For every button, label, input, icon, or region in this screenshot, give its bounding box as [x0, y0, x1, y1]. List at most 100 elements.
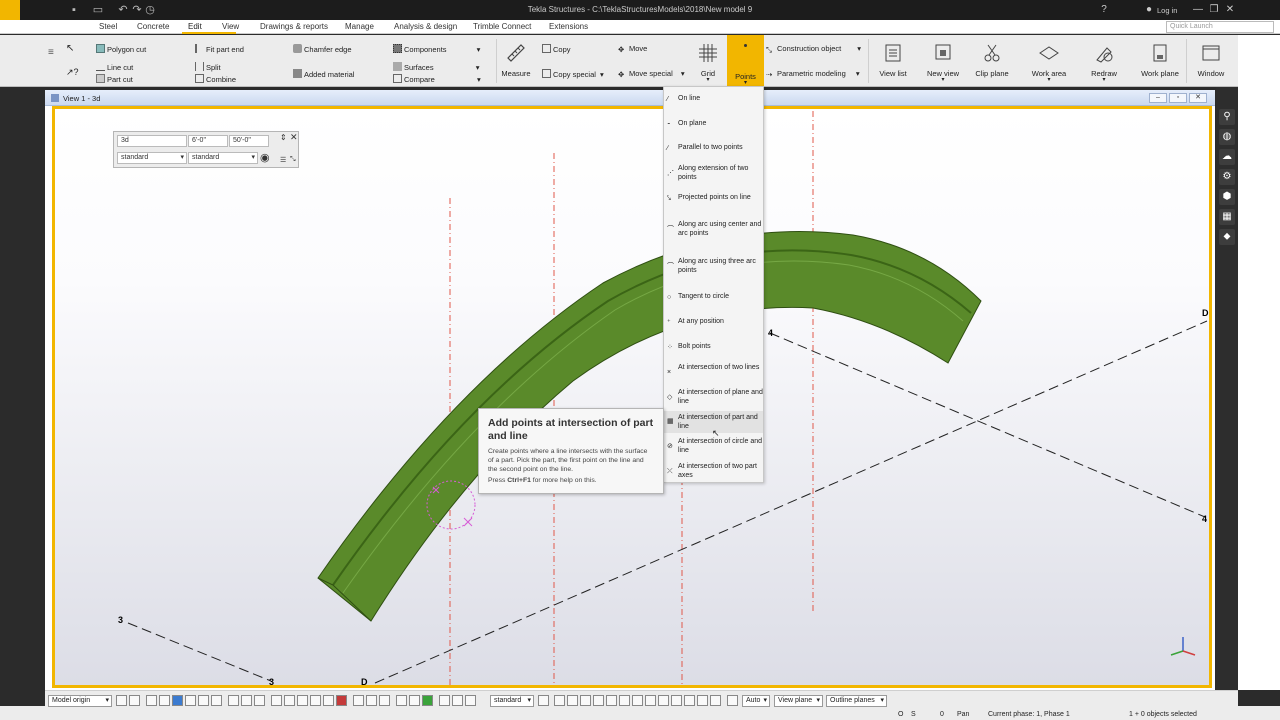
- clip-plane-button[interactable]: Clip plane: [974, 42, 1010, 78]
- tab-manage[interactable]: Manage: [345, 22, 374, 31]
- toolbar-icon-30[interactable]: [593, 695, 604, 706]
- move-special-dropdown-icon[interactable]: ▾: [681, 69, 685, 78]
- view-plane-select[interactable]: View plane ▾: [774, 695, 823, 707]
- toolbar-icon-28[interactable]: [567, 695, 578, 706]
- toolbar-icon-19[interactable]: [379, 695, 390, 706]
- tab-edit[interactable]: Edit: [188, 22, 202, 31]
- properties-icon[interactable]: ⚲: [1219, 109, 1235, 125]
- view-type-field[interactable]: 3d: [117, 135, 187, 147]
- menu-item-along-extension[interactable]: ⋰ Along extension of two points: [664, 165, 763, 183]
- auto-select[interactable]: Auto ▾: [742, 695, 770, 707]
- toolbar-icon-36[interactable]: [671, 695, 682, 706]
- eye-icon[interactable]: ◉: [260, 151, 270, 164]
- parametric-modeling-button[interactable]: ⇢ Parametric modeling ▾: [766, 69, 860, 79]
- grid-dropdown-icon[interactable]: ▾: [694, 77, 722, 83]
- toolbar-icon-3[interactable]: [159, 695, 170, 706]
- menu-icon[interactable]: ≡: [48, 47, 58, 58]
- toolbar-icon-32[interactable]: [619, 695, 630, 706]
- copy-special-button[interactable]: Copy special ▾: [542, 69, 604, 79]
- construction-object-dropdown-icon[interactable]: ▾: [857, 44, 861, 53]
- components-dropdown-icon[interactable]: ▾: [477, 45, 481, 54]
- toolbar-icon-24[interactable]: [452, 695, 463, 706]
- toolbar-icon-29[interactable]: [580, 695, 591, 706]
- standard-select[interactable]: standard ▾: [490, 695, 534, 707]
- move-special-button[interactable]: ✥ Move special ▾: [618, 69, 685, 79]
- work-area-dropdown-icon[interactable]: ▾: [1029, 77, 1069, 83]
- compare-button[interactable]: Compare ▾: [393, 74, 481, 84]
- move-button[interactable]: ✥ Move: [618, 44, 647, 54]
- combine-button[interactable]: Combine: [195, 74, 236, 84]
- menu-item-arc-three-points[interactable]: ⌒ Along arc using three arc points: [664, 258, 763, 276]
- menu-item-arc-center[interactable]: ⌒ Along arc using center and arc points: [664, 221, 763, 239]
- toolbar-icon-11[interactable]: [271, 695, 282, 706]
- toolbar-icon-9[interactable]: [241, 695, 252, 706]
- points-dropdown-icon[interactable]: ▾: [727, 79, 764, 86]
- toolbar-icon-25[interactable]: [465, 695, 476, 706]
- outline-planes-select[interactable]: Outline planes ▾: [826, 695, 887, 707]
- polygon-cut-button[interactable]: Polygon cut: [96, 44, 146, 54]
- model-scene[interactable]: D 4 4 3 3 D: [55, 109, 1209, 685]
- menu-item-parallel-two-points[interactable]: ∕ Parallel to two points: [664, 144, 763, 154]
- copy-special-dropdown-icon[interactable]: ▾: [600, 70, 604, 79]
- tab-drawings-reports[interactable]: Drawings & reports: [260, 22, 328, 31]
- toolbar-icon-4[interactable]: [172, 695, 183, 706]
- depth-down-field[interactable]: 50'-0": [229, 135, 269, 147]
- toolbar-icon-21[interactable]: [409, 695, 420, 706]
- select-tool-icon[interactable]: [146, 695, 157, 706]
- toolbar-icon-35[interactable]: [658, 695, 669, 706]
- depth-up-field[interactable]: 6'-0": [188, 135, 228, 147]
- view-close-button[interactable]: ✕: [1189, 93, 1207, 103]
- toolbar-icon-22[interactable]: [422, 695, 433, 706]
- close-button[interactable]: ✕: [1223, 3, 1237, 17]
- cube-icon[interactable]: ⬢: [1219, 189, 1235, 205]
- toolbar-icon-17[interactable]: [353, 695, 364, 706]
- organizer-icon[interactable]: ▦: [1219, 209, 1235, 225]
- points-button[interactable]: Points ▾: [727, 35, 764, 87]
- toolbar-icon-33[interactable]: [632, 695, 643, 706]
- toolbar-icon-27[interactable]: [554, 695, 565, 706]
- toolbar-icon-23[interactable]: [439, 695, 450, 706]
- toolbar-icon-7[interactable]: [211, 695, 222, 706]
- toolbar-icon-20[interactable]: [396, 695, 407, 706]
- menu-item-on-plane[interactable]: ⁃ On plane: [664, 120, 763, 130]
- coord-close-icon[interactable]: ✕: [290, 132, 298, 143]
- toolbar-icon-40[interactable]: [727, 695, 738, 706]
- gear-icon[interactable]: ⚙: [1219, 169, 1235, 185]
- menu-item-intersection-two-lines[interactable]: × At intersection of two lines: [664, 364, 763, 382]
- tab-steel[interactable]: Steel: [99, 22, 117, 31]
- redraw-button[interactable]: Redraw ▾: [1086, 42, 1122, 83]
- model-canvas[interactable]: D 4 4 3 3 D: [52, 106, 1212, 688]
- restore-button[interactable]: ❐: [1207, 3, 1221, 17]
- line-cut-button[interactable]: Line cut: [96, 62, 133, 72]
- tab-extensions[interactable]: Extensions: [549, 22, 588, 31]
- tab-analysis-design[interactable]: Analysis & design: [394, 22, 457, 31]
- globe-icon[interactable]: ◍: [1219, 129, 1235, 145]
- toolbar-icon-39[interactable]: [710, 695, 721, 706]
- tab-concrete[interactable]: Concrete: [137, 22, 169, 31]
- toolbar-icon-8[interactable]: [228, 695, 239, 706]
- grid-button[interactable]: Grid ▾: [694, 42, 722, 83]
- menu-item-any-position[interactable]: ⁺ At any position: [664, 318, 763, 328]
- chamfer-edge-button[interactable]: Chamfer edge: [293, 44, 352, 54]
- surfaces-button[interactable]: Surfaces ▾: [393, 62, 479, 72]
- view-list-button[interactable]: View list: [875, 42, 911, 78]
- menu-item-projected-points[interactable]: ⤥ Projected points on line: [664, 194, 763, 204]
- parametric-modeling-dropdown-icon[interactable]: ▾: [856, 69, 860, 78]
- select-arrow-icon[interactable]: ↖: [66, 43, 74, 54]
- toolbar-icon-18[interactable]: [366, 695, 377, 706]
- toolbar-icon-34[interactable]: [645, 695, 656, 706]
- login-link[interactable]: Log in: [1157, 6, 1177, 15]
- view-minimize-button[interactable]: ‒: [1149, 93, 1167, 103]
- toolbar-icon-12[interactable]: [284, 695, 295, 706]
- added-material-button[interactable]: Added material: [293, 69, 354, 79]
- pin-icon[interactable]: ⇕: [280, 133, 287, 142]
- tab-view[interactable]: View: [222, 22, 239, 31]
- cloud-icon[interactable]: ☁: [1219, 149, 1235, 165]
- menu-item-intersection-circle-line[interactable]: ⊘ At intersection of circle and line: [664, 438, 763, 456]
- quick-launch-input[interactable]: Quick Launch: [1166, 21, 1274, 33]
- toolbar-icon-10[interactable]: [254, 695, 265, 706]
- toolbar-icon-15[interactable]: [323, 695, 334, 706]
- filter-select-1[interactable]: standard ▾: [117, 152, 187, 164]
- construction-object-button[interactable]: ⤡ Construction object ▾: [766, 44, 861, 54]
- filter-select-2[interactable]: standard ▾: [188, 152, 258, 164]
